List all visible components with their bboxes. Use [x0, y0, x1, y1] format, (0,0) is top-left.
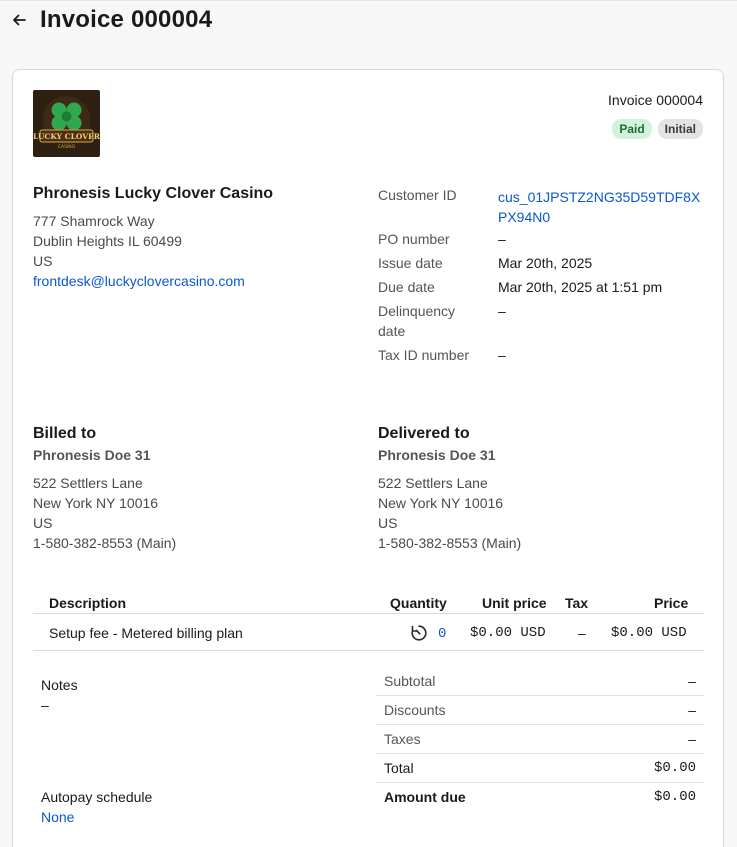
amount-due-row: Amount due $0.00 [376, 783, 704, 812]
total-value: $0.00 [653, 760, 696, 776]
taxes-value: – [688, 731, 696, 747]
row-description: Setup fee - Metered billing plan [49, 625, 243, 641]
billed-to-street: 522 Settlers Lane [33, 475, 143, 491]
paid-badge: Paid [612, 119, 652, 139]
total-label: Total [384, 760, 414, 776]
billed-to-city: New York NY 10016 [33, 495, 159, 511]
customer-id-link[interactable]: cus_01JPSTZ2NG35D59TDF8XPX94N0 [498, 187, 703, 227]
col-header-unit-price: Unit price [482, 595, 547, 611]
delivered-to-country: US [378, 515, 398, 531]
company-name: Phronesis Lucky Clover Casino [33, 185, 274, 202]
tax-id-value: – [498, 347, 506, 363]
delivered-to-city: New York NY 10016 [378, 495, 504, 511]
tax-id-label: Tax ID number [378, 347, 470, 363]
delinquency-date-label-line1: Delinquency [378, 303, 456, 319]
initial-badge: Initial [657, 119, 703, 139]
company-logo: LUCKY CLOVER CASINO [33, 90, 100, 157]
table-header-divider [33, 613, 704, 614]
company-country: US [33, 253, 53, 269]
top-divider [0, 0, 737, 1]
subtotal-label: Subtotal [384, 673, 436, 689]
page-title: Invoice 000004 [40, 6, 213, 33]
total-row: Total $0.00 [376, 754, 704, 783]
po-number-value: – [498, 231, 506, 247]
delivered-to-name: Phronesis Doe 31 [378, 447, 496, 463]
col-header-quantity: Quantity [390, 595, 447, 611]
discounts-label: Discounts [384, 702, 446, 718]
company-city: Dublin Heights IL 60499 [33, 233, 182, 249]
delinquency-date-value: – [498, 303, 506, 319]
notes-label: Notes [41, 677, 78, 693]
arrow-left-icon [13, 14, 26, 26]
page-header: Invoice 000004 [0, 0, 737, 60]
invoice-label: Invoice 000004 [608, 92, 703, 108]
col-header-description: Description [49, 595, 127, 611]
autopay-schedule-label: Autopay schedule [41, 789, 153, 805]
taxes-row: Taxes – [376, 725, 704, 754]
amount-due-value: $0.00 [653, 789, 696, 805]
billed-to-name: Phronesis Doe 31 [33, 447, 151, 463]
logo-text: LUCKY CLOVER [33, 132, 100, 141]
subtotal-value: – [688, 673, 696, 689]
delivered-to-title: Delivered to [378, 425, 470, 442]
notes-value: – [41, 697, 49, 713]
issue-date-label: Issue date [378, 255, 443, 271]
delivered-to-phone: 1-580-382-8553 (Main) [378, 535, 522, 551]
row-tax: – [578, 625, 586, 641]
issue-date-value: Mar 20th, 2025 [498, 255, 593, 271]
amount-due-label: Amount due [384, 789, 466, 805]
back-button[interactable] [8, 8, 30, 32]
logo-subtext: CASINO [58, 144, 76, 150]
row-quantity[interactable]: 0 [438, 626, 446, 642]
invoice-card: LUCKY CLOVER CASINO Invoice 000004 Paid … [12, 69, 724, 847]
billed-to-phone: 1-580-382-8553 (Main) [33, 535, 177, 551]
autopay-schedule-link[interactable]: None [41, 809, 74, 825]
billed-to-title: Billed to [33, 425, 97, 442]
status-badges: Paid Initial [612, 119, 703, 139]
table-row-divider [33, 650, 704, 651]
due-date-label: Due date [378, 279, 435, 295]
company-email-link[interactable]: frontdesk@luckyclovercasino.com [33, 273, 245, 289]
row-price: $0.00 USD [611, 625, 687, 641]
metered-usage-icon[interactable] [410, 624, 428, 642]
company-street: 777 Shamrock Way [33, 213, 155, 229]
discounts-value: – [688, 702, 696, 718]
delivered-to-street: 522 Settlers Lane [378, 475, 488, 491]
po-number-label: PO number [378, 231, 450, 247]
customer-id-label: Customer ID [378, 187, 457, 203]
subtotal-row: Subtotal – [376, 667, 704, 696]
due-date-value: Mar 20th, 2025 at 1:51 pm [498, 279, 663, 295]
discounts-row: Discounts – [376, 696, 704, 725]
taxes-label: Taxes [384, 731, 421, 747]
invoice-page: Invoice 000004 LUCKY CLOVER CASINO Invoi… [0, 0, 737, 847]
col-header-tax: Tax [565, 595, 589, 611]
delinquency-date-label-line2: date [378, 323, 406, 339]
row-unit-price: $0.00 USD [470, 625, 546, 641]
col-header-price: Price [654, 595, 689, 611]
billed-to-country: US [33, 515, 53, 531]
